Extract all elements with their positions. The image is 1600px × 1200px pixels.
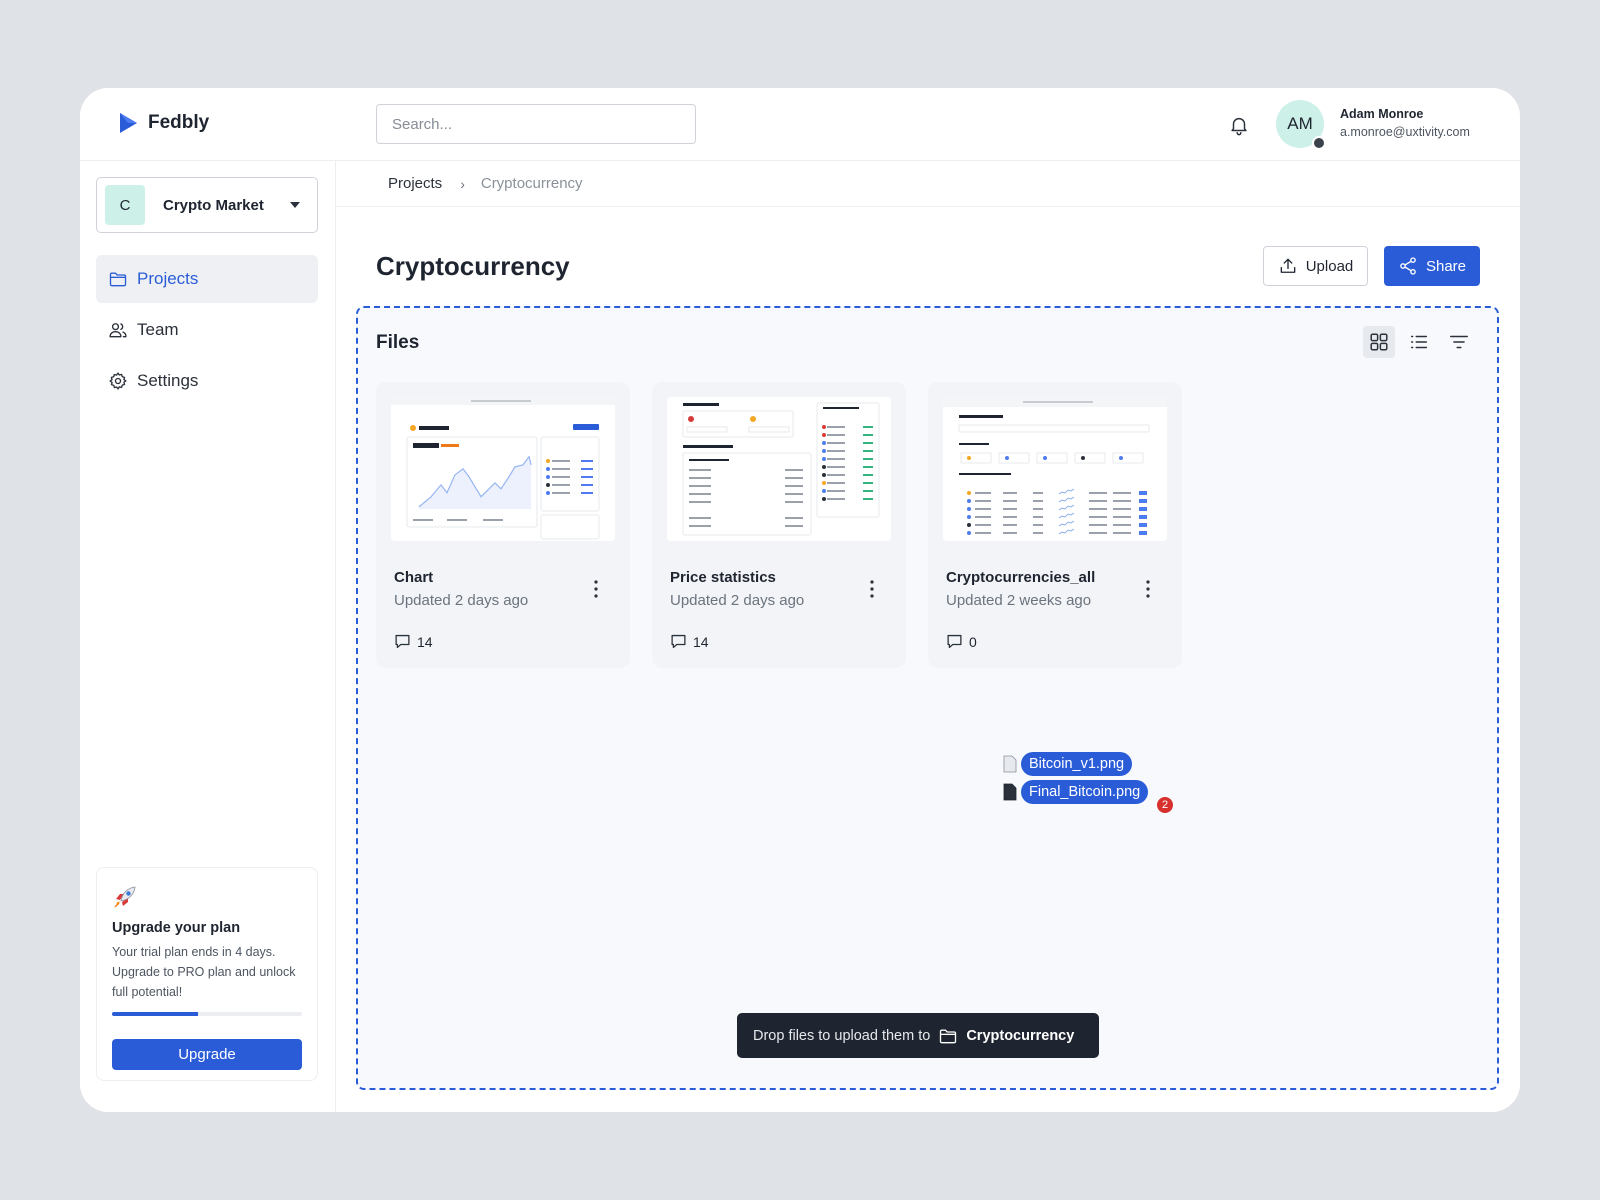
filter-button[interactable] <box>1443 326 1475 358</box>
comment-count: 14 <box>394 633 433 650</box>
gear-icon <box>109 372 127 390</box>
upload-icon <box>1280 258 1296 273</box>
caret-down-icon <box>290 202 300 208</box>
image-file-icon <box>1003 783 1017 801</box>
trial-progress-fill <box>112 1012 198 1016</box>
notification-bell-icon[interactable] <box>1228 114 1250 136</box>
app-window: Fedbly AM Adam Monroe a.monroe@uxtivity.… <box>80 88 1520 1112</box>
file-name: Chart <box>394 569 434 586</box>
chart-preview-image <box>391 397 615 540</box>
comment-count: 14 <box>670 633 709 650</box>
file-dropzone[interactable]: Files Chart Updated 2 days ago 14 Price … <box>356 306 1499 1090</box>
upgrade-title: Upgrade your plan <box>112 920 241 936</box>
sidebar-item-team[interactable]: Team <box>96 306 318 354</box>
comment-count-value: 14 <box>417 633 433 650</box>
search-input[interactable] <box>376 104 696 144</box>
price-statistics-thumbnail <box>667 397 891 541</box>
share-button[interactable]: Share <box>1384 246 1480 286</box>
sidebar: C Crypto Market Projects Team Settings U… <box>80 161 336 1112</box>
trial-progress-bar <box>112 1012 302 1016</box>
file-updated: Updated 2 weeks ago <box>946 592 1092 609</box>
comment-count: 0 <box>946 633 977 650</box>
page-title: Cryptocurrency <box>376 251 570 281</box>
file-card-price-statistics[interactable]: Price statistics Updated 2 days ago 14 <box>652 382 906 668</box>
more-vertical-icon[interactable] <box>864 578 880 600</box>
chevron-right-icon: › <box>460 175 465 192</box>
comment-count-value: 14 <box>693 633 709 650</box>
sidebar-item-projects[interactable]: Projects <box>96 255 318 303</box>
grid-view-icon <box>1370 333 1388 351</box>
folder-icon <box>109 272 127 287</box>
drop-hint-text: Drop files to upload them to <box>753 1027 931 1044</box>
user-email: a.monroe@uxtivity.com <box>1340 125 1470 139</box>
user-name: Adam Monroe <box>1340 107 1424 121</box>
cryptocurrencies-thumbnail <box>943 397 1167 541</box>
upgrade-button[interactable]: Upgrade <box>112 1039 302 1070</box>
sidebar-item-label: Team <box>137 320 179 339</box>
upgrade-card: Upgrade your plan Your trial plan ends i… <box>96 867 318 1081</box>
breadcrumb-projects[interactable]: Projects <box>388 175 442 192</box>
comment-icon <box>947 634 962 649</box>
upgrade-text: Your trial plan ends in 4 days. Upgrade … <box>112 945 296 999</box>
share-icon <box>1400 257 1416 275</box>
dragged-file-name: Bitcoin_v1.png <box>1021 752 1133 776</box>
dragged-file-name: Final_Bitcoin.png <box>1021 780 1149 804</box>
sidebar-item-settings[interactable]: Settings <box>96 357 318 405</box>
price-statistics-preview-image <box>682 402 880 536</box>
comment-count-value: 0 <box>969 633 977 650</box>
file-card-chart[interactable]: Chart Updated 2 days ago 14 <box>376 382 630 668</box>
chart-thumbnail <box>391 397 615 541</box>
list-view-button[interactable] <box>1403 326 1435 358</box>
sidebar-item-label: Projects <box>137 269 199 288</box>
app-name: Fedbly <box>148 112 210 133</box>
workspace-name: Crypto Market <box>163 196 264 214</box>
grid-view-button[interactable] <box>1363 326 1395 358</box>
files-section-title: Files <box>376 332 420 353</box>
drop-hint-toast: Drop files to upload them to Cryptocurre… <box>737 1013 1099 1058</box>
avatar-initials: AM <box>1287 114 1313 133</box>
more-vertical-icon[interactable] <box>588 578 604 600</box>
upload-button[interactable]: Upload <box>1263 246 1368 286</box>
breadcrumb: Projects › Cryptocurrency <box>336 161 1520 207</box>
drop-target-folder: Cryptocurrency <box>966 1027 1075 1044</box>
rocket-icon <box>114 886 136 908</box>
list-view-icon <box>1410 335 1428 349</box>
app-logo[interactable]: Fedbly <box>118 112 209 134</box>
filter-icon <box>1450 335 1468 349</box>
image-file-icon <box>1003 755 1017 773</box>
dragged-file: Bitcoin_v1.png <box>1003 752 1133 776</box>
cryptocurrencies-preview-image <box>943 397 1167 535</box>
users-icon <box>109 323 127 338</box>
status-dot <box>1312 136 1326 150</box>
user-avatar[interactable]: AM <box>1276 100 1326 150</box>
dragged-file: Final_Bitcoin.png <box>1003 780 1149 804</box>
breadcrumb-current: Cryptocurrency <box>480 175 583 192</box>
play-logo-icon <box>120 113 137 133</box>
comment-icon <box>671 634 686 649</box>
workspace-badge: C <box>105 185 145 225</box>
file-name: Cryptocurrencies_all <box>946 569 1096 586</box>
drag-count-badge: 2 <box>1155 795 1175 815</box>
upload-label: Upload <box>1305 257 1354 275</box>
top-header: Fedbly AM Adam Monroe a.monroe@uxtivity.… <box>80 88 1520 161</box>
workspace-selector[interactable]: C Crypto Market <box>96 177 318 233</box>
file-card-cryptocurrencies-all[interactable]: Cryptocurrencies_all Updated 2 weeks ago… <box>928 382 1182 668</box>
sidebar-item-label: Settings <box>137 371 199 390</box>
more-vertical-icon[interactable] <box>1140 578 1156 600</box>
file-updated: Updated 2 days ago <box>394 592 529 609</box>
comment-icon <box>395 634 410 649</box>
share-label: Share <box>1425 257 1467 275</box>
file-updated: Updated 2 days ago <box>670 592 805 609</box>
folder-icon <box>940 1029 957 1043</box>
file-name: Price statistics <box>670 569 776 586</box>
